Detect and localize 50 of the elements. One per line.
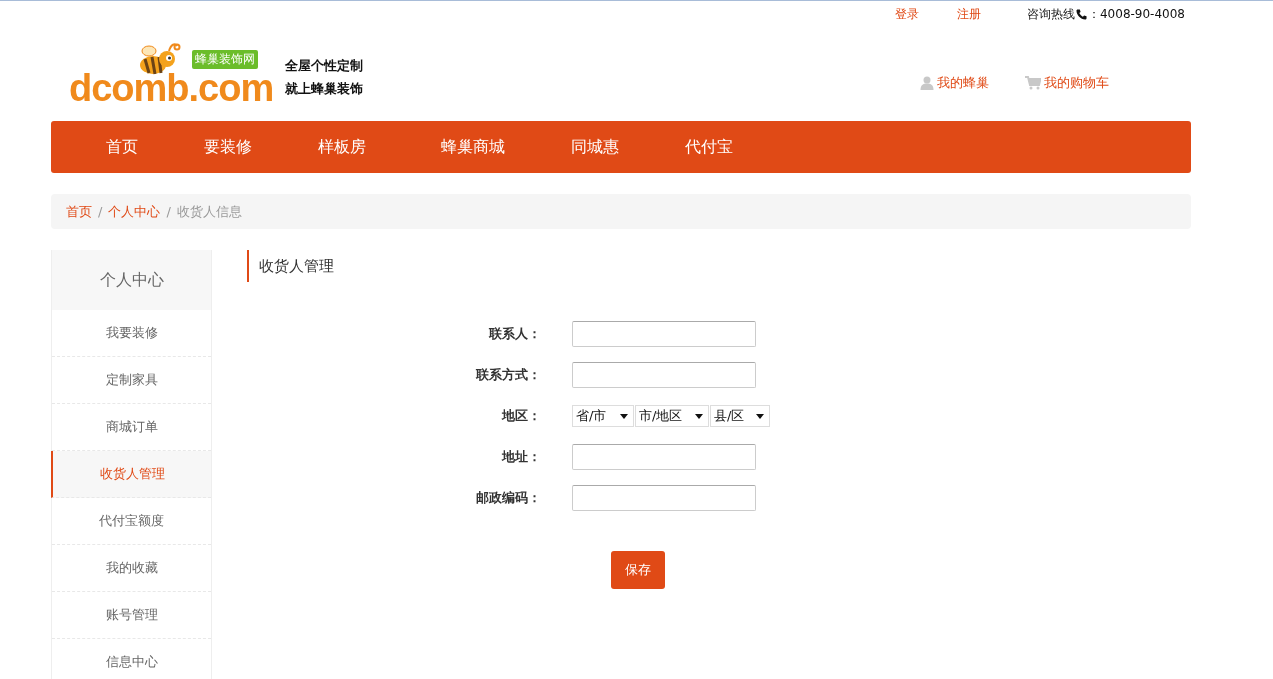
field-label: 地址： — [500, 448, 542, 466]
header-link[interactable]: 我的购物车 — [1025, 74, 1109, 92]
caret-icon — [695, 413, 703, 419]
logo-wordmark: dcomb — [69, 69, 189, 107]
sidebar-item[interactable]: 信息中心 — [52, 639, 211, 679]
hotline-label: 咨询热线 — [1027, 5, 1075, 23]
nav-item[interactable]: 要装修 — [171, 136, 285, 158]
nav-item[interactable]: 蜂巢商城 — [399, 136, 538, 158]
top-link[interactable]: 登录 — [895, 5, 919, 23]
dropdown[interactable]: 市/地区 — [635, 405, 709, 427]
field-label: 联系人： — [488, 325, 542, 343]
sidebar-item[interactable]: 代付宝额度 — [52, 498, 211, 545]
dropdown[interactable]: 省/市 — [572, 405, 634, 427]
header-link[interactable]: 我的蜂巢 — [920, 74, 989, 92]
field-label: 地区： — [500, 407, 542, 425]
breadcrumb-item: 收货人信息 — [176, 202, 242, 221]
breadcrumb-separator: / — [166, 204, 171, 219]
section-title: 收货人管理 — [247, 250, 1191, 282]
logo-badge: 蜂巢装饰网 — [191, 50, 258, 69]
input-field[interactable] — [572, 485, 756, 511]
nav-item[interactable]: 样板房 — [285, 136, 399, 158]
sidebar-item[interactable]: 账号管理 — [52, 592, 211, 639]
breadcrumb-item[interactable]: 个人中心 — [108, 202, 161, 221]
sidebar-title: 个人中心 — [52, 250, 211, 310]
sidebar-item[interactable]: 我要装修 — [52, 310, 211, 357]
breadcrumb-separator: / — [98, 204, 103, 219]
field-label: 邮政编码： — [475, 489, 542, 507]
sidebar-item[interactable]: 定制家具 — [52, 357, 211, 404]
user-icon — [920, 76, 934, 90]
nav-item[interactable]: 首页 — [73, 136, 171, 158]
input-field[interactable] — [572, 362, 756, 388]
breadcrumb-item[interactable]: 首页 — [66, 202, 92, 221]
hotline-number: ：4008-90-4008 — [1088, 5, 1185, 23]
slogan-text: 就上蜂巢装饰 — [285, 79, 364, 98]
cart-icon — [1025, 76, 1041, 90]
top-link[interactable]: 注册 — [957, 5, 981, 23]
nav-item[interactable]: 同城惠 — [538, 136, 652, 158]
sidebar-item[interactable]: 收货人管理 — [51, 451, 211, 498]
input-field[interactable] — [572, 321, 756, 347]
slogan-text: 全屋个性定制 — [285, 56, 364, 75]
phone-icon — [1076, 8, 1087, 20]
caret-icon — [756, 413, 764, 419]
save-button[interactable]: 保存 — [611, 551, 665, 589]
dropdown[interactable]: 县/区 — [710, 405, 770, 427]
caret-icon — [620, 413, 628, 419]
nav-item[interactable]: 代付宝 — [652, 136, 766, 158]
input-field[interactable] — [572, 444, 756, 470]
sidebar-item[interactable]: 我的收藏 — [52, 545, 211, 592]
field-label: 联系方式： — [475, 366, 542, 384]
logo-wordmark: .com — [188, 69, 274, 107]
